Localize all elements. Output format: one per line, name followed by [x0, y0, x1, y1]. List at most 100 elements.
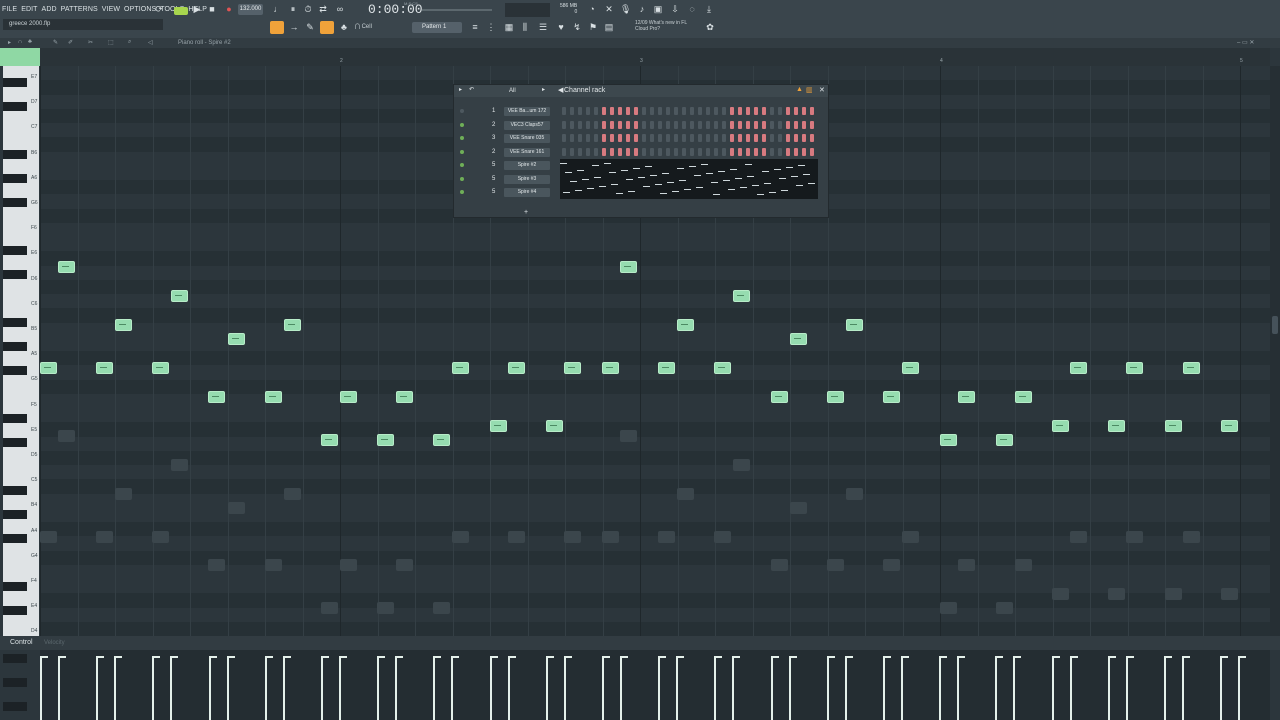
step-button[interactable] [762, 107, 766, 115]
note[interactable] [940, 434, 957, 446]
velocity-bar[interactable] [844, 656, 847, 720]
channel-name-button[interactable]: VEE Snare 035 [504, 134, 550, 143]
step-button[interactable] [602, 147, 606, 156]
save-icon[interactable]: ▣ [653, 4, 663, 14]
step-button[interactable] [682, 134, 686, 142]
velocity-bar[interactable] [208, 656, 211, 720]
step-button[interactable] [626, 134, 630, 142]
filter-arrow-icon[interactable]: ▸ [542, 86, 545, 93]
black-key[interactable] [3, 678, 27, 687]
velocity-bar[interactable] [40, 656, 42, 720]
step-button[interactable] [722, 107, 726, 115]
note[interactable] [152, 362, 169, 374]
channel-mute-led[interactable] [460, 109, 464, 113]
note[interactable] [1108, 420, 1125, 432]
piano-roll-icon[interactable]: ⋮ [486, 22, 496, 32]
stamp-tool-icon[interactable]: ♣ [28, 39, 32, 45]
step-button[interactable] [706, 120, 710, 129]
velocity-handle[interactable] [40, 656, 48, 658]
menu-add[interactable]: ADD [40, 6, 59, 13]
step-button[interactable] [602, 120, 606, 129]
velocity-handle[interactable] [883, 656, 891, 658]
pattern-selector[interactable]: Pattern 1 [412, 22, 462, 33]
master-volume-slider[interactable] [422, 9, 492, 11]
step-button[interactable] [586, 147, 590, 156]
step-button[interactable] [618, 120, 622, 129]
note[interactable] [958, 391, 975, 403]
velocity-bar[interactable] [152, 656, 155, 720]
step-button[interactable] [562, 147, 566, 156]
black-key[interactable] [3, 102, 27, 111]
channel-mute-led[interactable] [460, 122, 464, 127]
velocity-bar[interactable] [96, 656, 99, 720]
step-button[interactable] [602, 107, 606, 115]
channel-mixer-track[interactable]: 5 [492, 186, 495, 198]
timeline-ruler[interactable]: 2 3 4 5 [40, 48, 1270, 66]
step-button[interactable] [610, 147, 614, 156]
channel-name-button[interactable]: Spire #3 [504, 174, 550, 184]
select-tool-icon[interactable]: ⬚ [108, 39, 114, 46]
velocity-handle[interactable] [1069, 656, 1078, 658]
velocity-handle[interactable] [714, 656, 723, 658]
step-button[interactable] [690, 134, 694, 142]
velocity-handle[interactable] [770, 656, 779, 658]
channel-mute-led[interactable] [460, 190, 464, 194]
step-button[interactable] [802, 134, 806, 142]
step-button[interactable] [562, 120, 566, 129]
velocity-handle[interactable] [170, 656, 179, 658]
zoom-tool-icon[interactable]: ⌕ [128, 39, 131, 46]
step-button[interactable] [698, 120, 702, 129]
note[interactable] [377, 434, 394, 446]
step-button[interactable] [714, 107, 718, 115]
channel-mixer-track[interactable]: 5 [492, 173, 495, 185]
velocity-handle[interactable] [114, 656, 123, 658]
velocity-bar[interactable] [1013, 656, 1016, 720]
velocity-handle[interactable] [1220, 656, 1229, 658]
paint-tool-button[interactable] [320, 21, 334, 34]
step-button[interactable] [730, 147, 734, 156]
note[interactable] [1015, 391, 1032, 403]
step-button[interactable] [674, 120, 678, 129]
velocity-bar[interactable] [563, 656, 566, 720]
velocity-bar[interactable] [602, 656, 604, 720]
note[interactable] [1126, 362, 1143, 374]
channel-row[interactable]: 5 Spire #3 [454, 173, 828, 185]
step-button[interactable] [714, 147, 718, 156]
note[interactable] [40, 362, 57, 374]
velocity-handle[interactable] [226, 656, 235, 658]
step-button[interactable] [682, 107, 686, 115]
black-key[interactable] [3, 174, 27, 183]
channel-filter[interactable]: All [509, 86, 516, 96]
microphone-icon[interactable]: 🎙 [620, 4, 631, 14]
step-button[interactable] [562, 134, 566, 142]
velocity-bar[interactable] [58, 656, 60, 720]
note[interactable] [1165, 420, 1182, 432]
step-button[interactable] [586, 120, 590, 129]
window-controls[interactable]: – ▭ ✕ [1237, 39, 1254, 46]
velocity-bar[interactable] [170, 656, 173, 720]
velocity-handle[interactable] [433, 656, 442, 658]
mixer-icon[interactable]: ⫼ [520, 22, 530, 32]
velocity-lane[interactable] [40, 650, 1270, 720]
channel-rack-icon[interactable]: ▦ [504, 22, 514, 32]
black-key[interactable] [3, 246, 27, 255]
note[interactable] [96, 362, 113, 374]
tempo-display[interactable]: 132.000 [238, 4, 263, 15]
step-button[interactable] [610, 120, 614, 129]
close-icon[interactable]: ✕ [819, 86, 825, 94]
step-button[interactable] [658, 147, 662, 156]
velocity-bar[interactable] [1220, 656, 1223, 720]
draw-tool-icon[interactable]: ✎ [53, 39, 58, 46]
snap-selector[interactable]: ⋂ Cell [355, 21, 395, 33]
step-button[interactable] [618, 147, 622, 156]
velocity-bar[interactable] [1182, 656, 1184, 720]
project-browser-icon[interactable]: ⚑ [588, 22, 598, 32]
velocity-bar[interactable] [433, 656, 436, 720]
velocity-handle[interactable] [321, 656, 329, 658]
velocity-handle[interactable] [563, 656, 572, 658]
velocity-bar[interactable] [957, 656, 960, 720]
step-button[interactable] [754, 147, 758, 156]
note[interactable] [564, 362, 581, 374]
velocity-handle[interactable] [395, 656, 404, 658]
step-button[interactable] [770, 120, 774, 129]
